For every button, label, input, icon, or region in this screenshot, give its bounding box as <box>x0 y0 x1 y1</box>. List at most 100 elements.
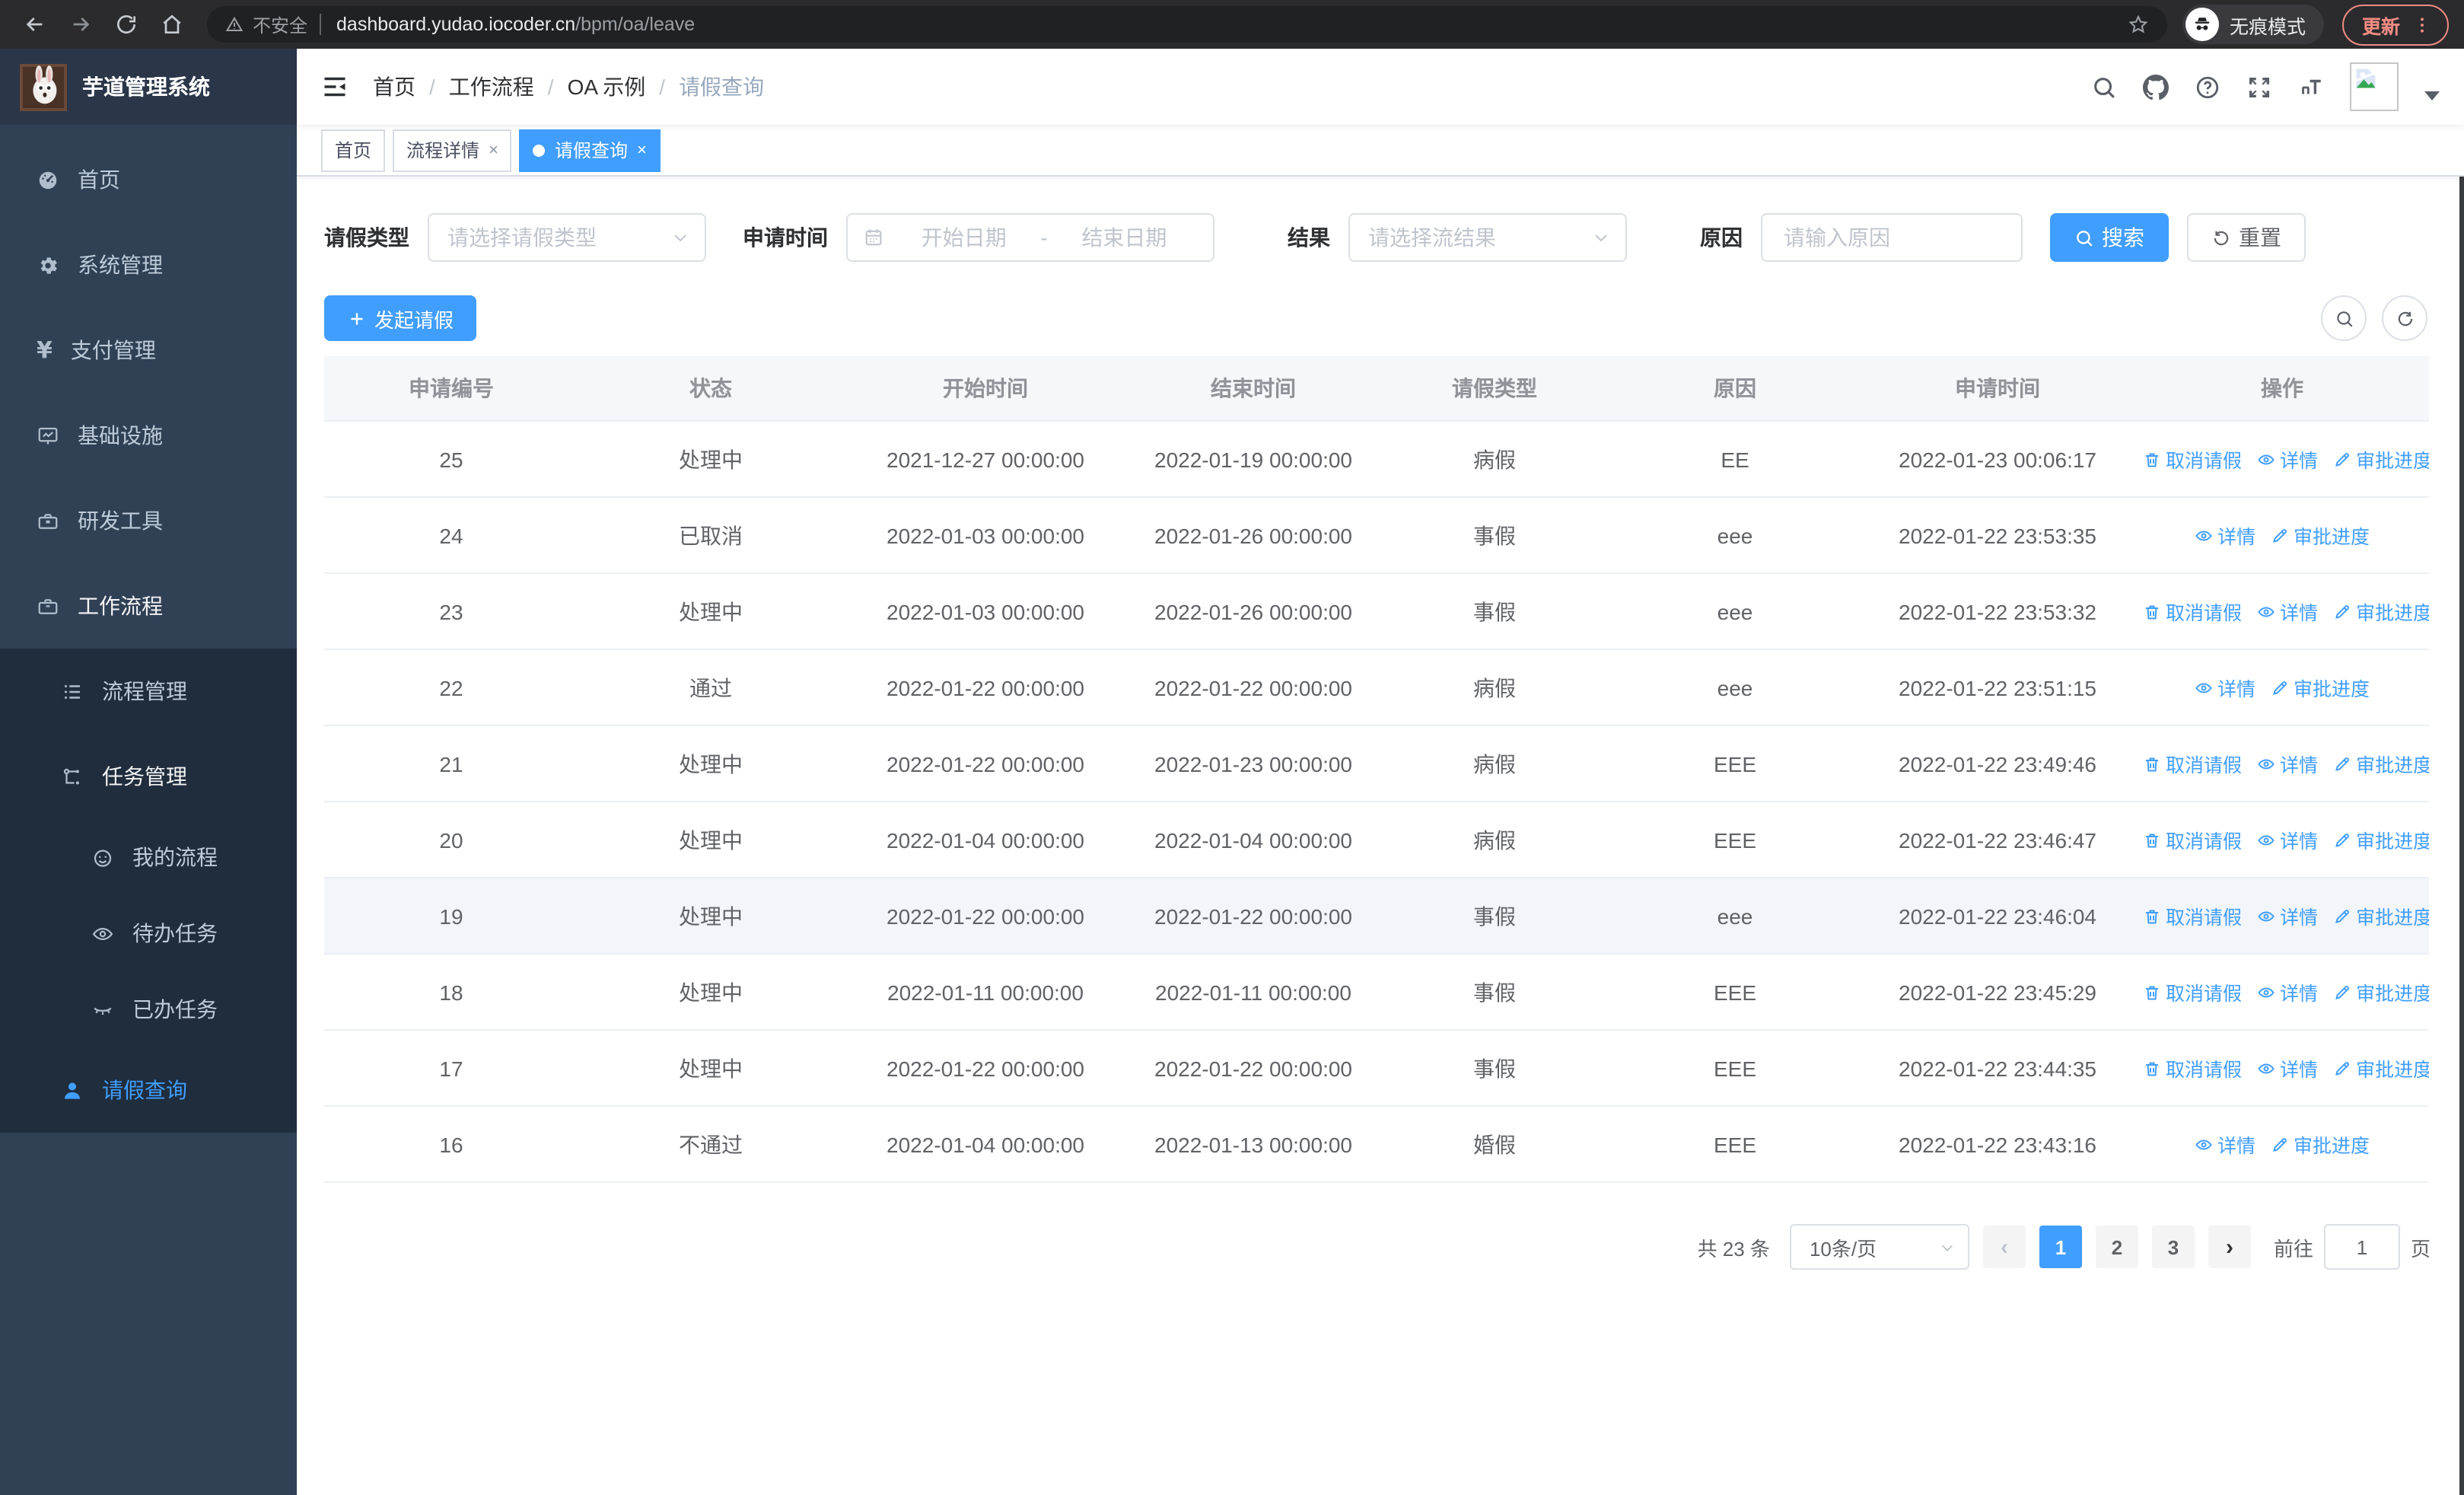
reset-button[interactable]: 重置 <box>2187 213 2306 262</box>
page-button-3[interactable]: 3 <box>2151 1226 2195 1268</box>
browser-home-button[interactable] <box>152 5 192 44</box>
cancel-leave-link[interactable]: 取消请假 <box>2143 749 2242 778</box>
next-page-button[interactable]: › <box>2208 1226 2251 1268</box>
table-row: 23 处理中 2022-01-03 00:00:00 2022-01-26 00:00… <box>324 573 2429 650</box>
view-icon <box>2257 830 2275 849</box>
sidebar-item-task-mgmt[interactable]: 任务管理 <box>0 734 297 819</box>
apply-time-range-picker[interactable]: 开始日期 - 结束日期 <box>846 213 1214 262</box>
main-area: 首页 / 工作流程 / OA 示例 / 请假查询 首页 流程详情 × 请假查询 … <box>297 49 2464 1495</box>
sidebar-item-payment[interactable]: ¥ 支付管理 <box>0 308 297 393</box>
cancel-leave-link[interactable]: 取消请假 <box>2143 1054 2242 1082</box>
close-icon[interactable]: × <box>637 141 647 159</box>
address-bar[interactable]: 不安全 dashboard.yudao.iocoder.cn /bpm/oa/l… <box>207 6 2167 43</box>
breadcrumb-workflow[interactable]: 工作流程 <box>449 72 534 102</box>
detail-link[interactable]: 详情 <box>2257 749 2318 778</box>
github-icon[interactable] <box>2143 74 2169 100</box>
approval-progress-link[interactable]: 审批进度 <box>2333 1054 2429 1082</box>
header-search-icon[interactable] <box>2091 74 2117 100</box>
close-icon[interactable]: × <box>489 141 498 159</box>
detail-link[interactable]: 详情 <box>2195 1130 2255 1159</box>
apply-time-cell: 2022-01-22 23:46:47 <box>1860 802 2135 878</box>
tab-process-detail[interactable]: 流程详情 × <box>393 129 512 171</box>
approval-progress-link[interactable]: 审批进度 <box>2333 597 2429 626</box>
detail-link[interactable]: 详情 <box>2257 445 2318 473</box>
approval-progress-link[interactable]: 审批进度 <box>2271 521 2370 550</box>
top-navbar: 首页 / 工作流程 / OA 示例 / 请假查询 <box>297 49 2464 125</box>
cancel-leave-link[interactable]: 取消请假 <box>2143 445 2242 473</box>
cancel-leave-link[interactable]: 取消请假 <box>2143 977 2242 1006</box>
actions-cell: 取消请假 详情 审批进度 <box>2135 573 2429 650</box>
detail-link[interactable]: 详情 <box>2257 825 2318 854</box>
sidebar-item-system[interactable]: 系统管理 <box>0 222 297 308</box>
result-select[interactable]: 请选择流结果 <box>1348 213 1627 262</box>
reason-cell: eee <box>1610 878 1860 955</box>
home-icon <box>160 12 184 37</box>
sidebar-item-home[interactable]: 首页 <box>0 137 297 222</box>
sidebar-item-label: 请假查询 <box>102 1078 187 1102</box>
end-time-cell: 2022-01-19 00:00:00 <box>1128 421 1379 498</box>
browser-back-button[interactable] <box>15 5 55 44</box>
cancel-leave-link[interactable]: 取消请假 <box>2143 901 2242 930</box>
action-label: 详情 <box>2280 1060 2319 1081</box>
sidebar-item-my-process[interactable]: 我的流程 <box>0 819 297 895</box>
actions-cell: 取消请假 详情 审批进度 <box>2135 421 2429 498</box>
refresh-table-button[interactable] <box>2382 295 2427 341</box>
goto-unit: 页 <box>2410 1237 2431 1260</box>
approval-progress-link[interactable]: 审批进度 <box>2271 673 2370 702</box>
create-leave-button[interactable]: 发起请假 <box>324 295 477 341</box>
font-size-icon[interactable] <box>2298 74 2324 100</box>
browser-menu-icon[interactable] <box>2412 14 2432 34</box>
reason-input[interactable] <box>1781 224 2003 251</box>
browser-forward-button[interactable] <box>61 5 100 44</box>
approval-progress-link[interactable]: 审批进度 <box>2271 1130 2370 1159</box>
sidebar-item-todo-tasks[interactable]: 待办任务 <box>0 895 297 971</box>
app-logo-row[interactable]: 芋道管理系统 <box>0 49 297 125</box>
sidebar-item-process-mgmt[interactable]: 流程管理 <box>0 649 297 734</box>
detail-link[interactable]: 详情 <box>2195 673 2255 702</box>
approval-progress-link[interactable]: 审批进度 <box>2333 901 2429 930</box>
sidebar-item-done-tasks[interactable]: 已办任务 <box>0 971 297 1047</box>
detail-link[interactable]: 详情 <box>2257 597 2318 626</box>
detail-link[interactable]: 详情 <box>2195 521 2255 550</box>
reason-cell: EEE <box>1610 1106 1860 1183</box>
detail-link[interactable]: 详情 <box>2257 901 2318 930</box>
approval-progress-link[interactable]: 审批进度 <box>2333 977 2429 1006</box>
avatar-caret-icon[interactable] <box>2424 91 2440 100</box>
actions-cell: 取消请假 详情 审批进度 <box>2135 1030 2429 1107</box>
approval-progress-link[interactable]: 审批进度 <box>2333 749 2429 778</box>
actions-cell: 取消请假 详情 审批进度 <box>2135 802 2429 878</box>
scrollbar[interactable] <box>2459 49 2464 1495</box>
browser-refresh-button[interactable] <box>107 5 146 44</box>
cancel-leave-link[interactable]: 取消请假 <box>2143 825 2242 854</box>
approval-progress-link[interactable]: 审批进度 <box>2333 445 2429 473</box>
detail-link[interactable]: 详情 <box>2257 977 2318 1006</box>
approval-progress-link[interactable]: 审批进度 <box>2333 825 2429 854</box>
cancel-leave-link[interactable]: 取消请假 <box>2143 597 2242 626</box>
toggle-search-button[interactable] <box>2321 295 2367 341</box>
help-icon[interactable] <box>2195 74 2220 100</box>
prev-page-button[interactable]: ‹ <box>1982 1226 2026 1268</box>
end-time-cell: 2022-01-13 00:00:00 <box>1128 1106 1379 1183</box>
tab-leave-query[interactable]: 请假查询 × <box>519 129 661 171</box>
leave-type-cell: 病假 <box>1379 421 1610 498</box>
browser-update-button[interactable]: 更新 <box>2341 4 2449 45</box>
search-button[interactable]: 搜索 <box>2050 213 2169 262</box>
detail-link[interactable]: 详情 <box>2257 1054 2318 1082</box>
fullscreen-icon[interactable] <box>2246 74 2272 100</box>
page-button-2[interactable]: 2 <box>2095 1226 2138 1268</box>
page-button-1[interactable]: 1 <box>2039 1226 2082 1268</box>
user-avatar[interactable] <box>2350 62 2399 111</box>
goto-page-input[interactable] <box>2323 1224 2400 1270</box>
sidebar-item-infra[interactable]: 基础设施 <box>0 393 297 478</box>
sidebar-item-leave-query[interactable]: 请假查询 <box>0 1047 297 1133</box>
tab-home[interactable]: 首页 <box>321 129 386 171</box>
breadcrumb-oa-example[interactable]: OA 示例 <box>568 72 646 102</box>
sidebar-fold-icon[interactable] <box>321 73 349 100</box>
bookmark-star-icon[interactable] <box>2128 14 2149 35</box>
sidebar-item-workflow[interactable]: 工作流程 <box>0 563 297 649</box>
page-size-select[interactable]: 10条/页 <box>1789 1224 1969 1270</box>
leave-type-select[interactable]: 请选择请假类型 <box>428 213 706 262</box>
sidebar-item-devtools[interactable]: 研发工具 <box>0 478 297 563</box>
leave-type-label: 请假类型 <box>324 225 409 250</box>
breadcrumb-home[interactable]: 首页 <box>373 72 415 102</box>
